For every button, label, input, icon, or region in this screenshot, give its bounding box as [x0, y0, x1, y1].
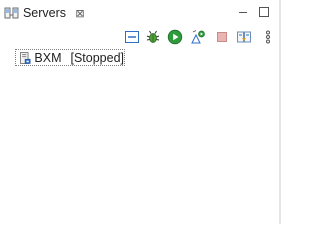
- profile-server-button[interactable]: [190, 29, 206, 45]
- tab-servers[interactable]: Servers ⊠: [0, 0, 86, 26]
- stop-icon: [217, 32, 227, 42]
- maximize-icon[interactable]: [258, 6, 270, 18]
- kebab-icon: [266, 30, 270, 44]
- collapse-all-button[interactable]: [124, 29, 140, 45]
- servers-icon: [4, 7, 19, 19]
- profile-icon: [191, 30, 205, 44]
- view-tab-bar: Servers ⊠: [0, 0, 281, 26]
- stop-server-button[interactable]: [214, 29, 230, 45]
- view-toolbar: [0, 26, 281, 48]
- minimize-icon[interactable]: [237, 6, 249, 18]
- debug-server-button[interactable]: [145, 29, 161, 45]
- view-menu-button[interactable]: [260, 29, 276, 45]
- servers-tree: BXM [Stopped]: [0, 48, 281, 224]
- collapse-icon: [125, 31, 139, 43]
- publish-icon: [237, 31, 251, 43]
- server-icon: [20, 51, 31, 64]
- start-server-button[interactable]: [167, 29, 183, 45]
- tab-label: Servers: [22, 6, 67, 20]
- server-item-bxm[interactable]: BXM [Stopped]: [15, 49, 125, 66]
- close-icon[interactable]: ⊠: [74, 7, 86, 20]
- publish-server-button[interactable]: [236, 29, 252, 45]
- play-icon: [167, 29, 183, 45]
- bug-icon: [146, 30, 160, 43]
- servers-view: Servers ⊠ BXM [Stopped]: [0, 0, 281, 224]
- server-status: [Stopped]: [70, 50, 124, 65]
- view-border: [279, 0, 281, 224]
- server-name: BXM: [34, 50, 62, 65]
